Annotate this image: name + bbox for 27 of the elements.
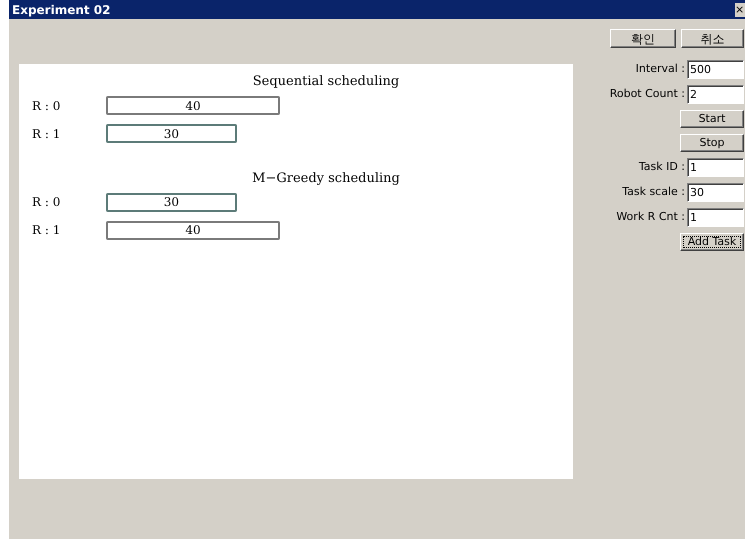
schedule-bar: 30: [106, 192, 237, 212]
close-button[interactable]: ×: [735, 2, 745, 16]
dialog-button[interactable]: 확인: [610, 29, 676, 48]
robot-label: R : 0: [32, 194, 62, 211]
field-label: Task ID :: [638, 159, 685, 176]
schedule-bar: 30: [106, 124, 237, 143]
robot-label: R : 1: [32, 126, 62, 142]
field-label: Work R Cnt :: [616, 209, 685, 226]
section-heading: M−Greedy scheduling: [252, 170, 400, 188]
robot-label: R : 1: [32, 222, 62, 239]
input-field[interactable]: 30: [687, 183, 744, 202]
schedule-bar: 40: [106, 96, 280, 115]
field-label: Task scale :: [622, 184, 685, 200]
robot-label: R : 0: [32, 98, 62, 114]
field-label: Robot Count :: [610, 86, 685, 102]
input-field[interactable]: 1: [687, 158, 744, 177]
schedule-bar: 40: [106, 220, 280, 240]
field-label: Interval :: [636, 61, 685, 78]
window-title: Experiment 02: [12, 2, 110, 18]
action-button[interactable]: Add Task: [680, 233, 744, 251]
action-button[interactable]: Start: [680, 110, 744, 128]
input-field[interactable]: 500: [687, 60, 744, 79]
input-field[interactable]: 2: [687, 85, 744, 104]
input-field[interactable]: 1: [687, 208, 744, 227]
dialog-button[interactable]: 취소: [681, 29, 744, 48]
action-button[interactable]: Stop: [680, 134, 744, 152]
section-heading: Sequential scheduling: [252, 73, 400, 91]
